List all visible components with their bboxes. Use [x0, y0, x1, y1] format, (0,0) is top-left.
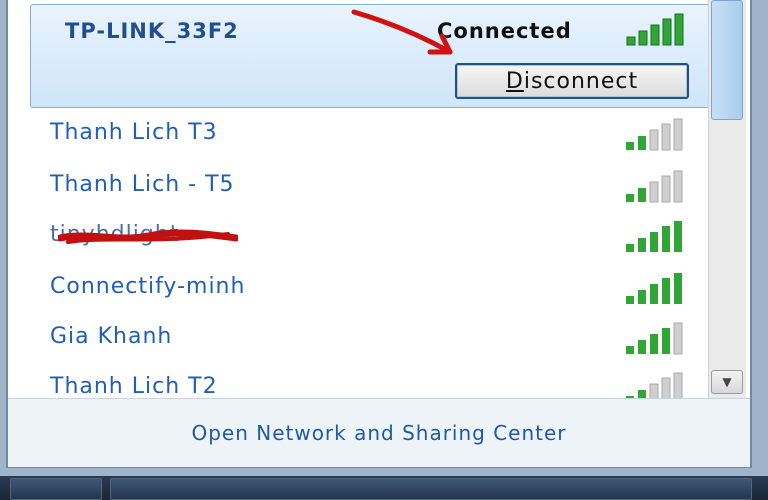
open-network-sharing-center-link[interactable]: Open Network and Sharing Center: [191, 421, 566, 445]
wireless-network-popup: TP-LINK_33F2 Connected Disconnect Thanh …: [6, 0, 752, 468]
taskbar: [0, 476, 768, 500]
scroll-thumb[interactable]: [711, 0, 743, 120]
wifi-signal-icon: [626, 170, 683, 203]
vertical-scrollbar[interactable]: ▼: [708, 0, 746, 398]
wifi-signal-icon: [626, 273, 682, 304]
network-list: TP-LINK_33F2 Connected Disconnect Thanh …: [18, 0, 708, 398]
wifi-signal-icon: [626, 322, 683, 355]
wifi-signal-icon: [626, 372, 683, 398]
network-item[interactable]: Thanh Lich T3: [18, 108, 708, 158]
red-annotation-arrow: [351, 9, 453, 55]
network-name: Thanh Lich T2: [50, 374, 218, 398]
network-name: Thanh Lich T3: [50, 120, 218, 145]
redaction-scribble: [58, 229, 238, 244]
disconnect-accesskey: D: [505, 68, 524, 94]
taskbar-button[interactable]: [10, 478, 102, 500]
disconnect-label: isconnect: [523, 68, 639, 94]
network-item[interactable]: Connectify-minh: [18, 262, 708, 312]
wifi-signal-icon: [626, 13, 684, 46]
network-item[interactable]: Gia Khanh: [18, 312, 708, 362]
network-name: Connectify-minh: [50, 274, 246, 299]
wifi-signal-icon: [626, 221, 682, 252]
scroll-down-button[interactable]: ▼: [711, 370, 743, 394]
network-name: Gia Khanh: [50, 324, 173, 349]
taskbar-button[interactable]: [110, 478, 752, 500]
disconnect-button[interactable]: Disconnect: [455, 63, 689, 99]
popup-footer: Open Network and Sharing Center: [8, 398, 750, 467]
connected-network-name: TP-LINK_33F2: [65, 19, 239, 43]
network-item[interactable]: Thanh Lich - T5: [18, 160, 708, 210]
network-item[interactable]: Thanh Lich T2: [18, 362, 708, 398]
wifi-signal-icon: [626, 118, 683, 151]
network-name: Thanh Lich - T5: [50, 172, 235, 197]
chevron-down-icon: ▼: [722, 375, 732, 389]
